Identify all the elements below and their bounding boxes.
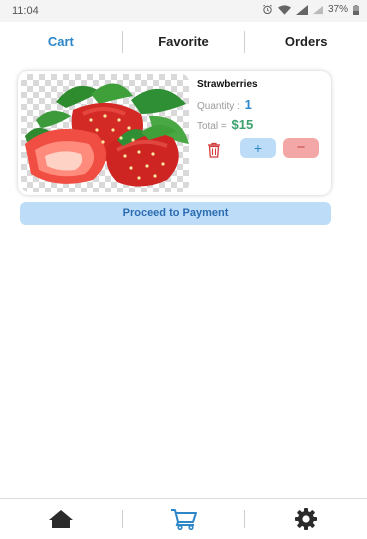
battery-icon (353, 4, 359, 15)
delete-item-button[interactable] (207, 142, 221, 158)
tab-bar: Cart Favorite Orders (0, 22, 367, 62)
nav-home[interactable] (0, 499, 122, 539)
tab-cart[interactable]: Cart (0, 22, 122, 62)
quantity-label: Quantity : (197, 101, 240, 112)
strawberries-image (21, 74, 189, 192)
signal-icon-2 (312, 5, 323, 14)
signal-icon (295, 4, 308, 15)
product-name: Strawberries (197, 79, 258, 90)
status-bar: 11:04 37% (0, 0, 367, 22)
nav-settings[interactable] (245, 499, 367, 539)
bottom-nav (0, 498, 367, 539)
increase-quantity-button[interactable]: + (240, 138, 276, 158)
proceed-to-payment-button[interactable]: Proceed to Payment (20, 202, 331, 225)
total-row: Total = $15 (197, 117, 253, 132)
quantity-row: Quantity : 1 (197, 97, 252, 112)
wifi-icon (277, 4, 291, 15)
tab-orders[interactable]: Orders (245, 22, 367, 62)
status-time: 11:04 (12, 5, 39, 17)
nav-cart[interactable] (123, 499, 245, 539)
cart-icon (170, 509, 197, 530)
total-label: Total = (197, 121, 227, 132)
tab-favorite[interactable]: Favorite (123, 22, 245, 62)
decrease-quantity-button[interactable]: − (283, 138, 319, 158)
cart-item-card: Strawberries Quantity : 1 Total = $15 + … (18, 71, 331, 195)
settings-icon (295, 508, 318, 530)
quantity-value: 1 (244, 97, 252, 112)
status-icons: 37% (262, 4, 359, 15)
trash-icon (208, 142, 220, 158)
battery-percent: 37% (327, 4, 348, 15)
alarm-icon (263, 4, 272, 15)
home-icon (48, 510, 73, 528)
total-value: $15 (231, 117, 254, 132)
